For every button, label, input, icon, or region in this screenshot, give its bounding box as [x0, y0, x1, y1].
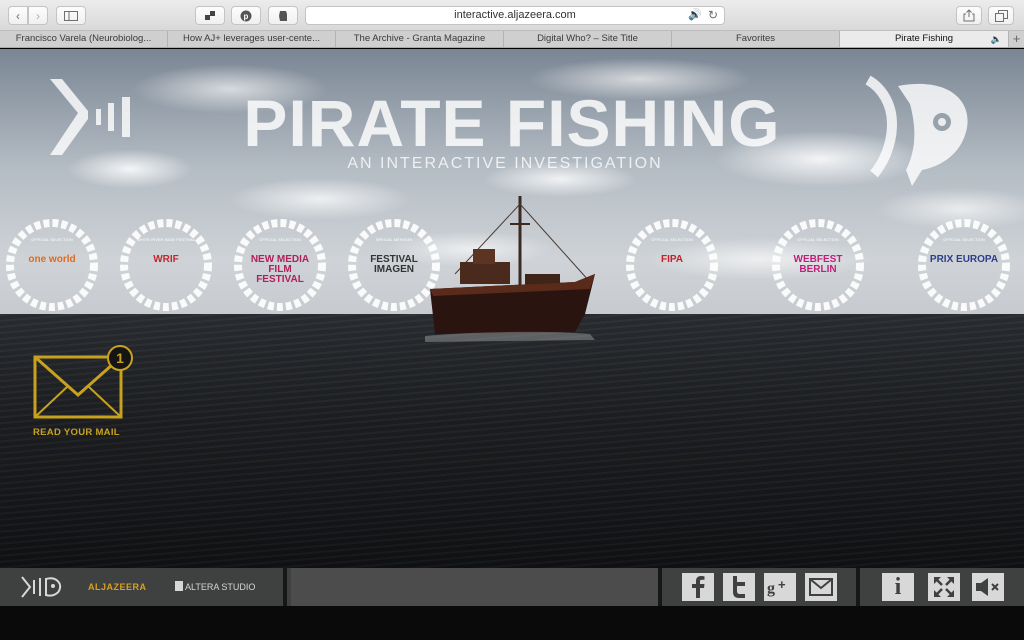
pinterest-button[interactable]: p — [231, 6, 261, 25]
laurel-wreath-icon — [120, 219, 212, 311]
share-icon — [963, 9, 975, 22]
laurel-caption: SPECIAL MENTION — [375, 237, 413, 242]
laurel-festival-name: WRIF — [153, 254, 179, 265]
back-button[interactable]: ‹ — [8, 6, 28, 25]
pinterest-icon: p — [240, 10, 252, 21]
browser-tab[interactable]: Favorites — [672, 31, 840, 47]
laurel-festival-name: WEBFEST BERLIN — [793, 254, 843, 275]
laurel-caption: WHITE RIVER INDIE FESTIVAL — [137, 237, 195, 242]
laurel-wreath-icon — [918, 219, 1010, 311]
sidebar-icon — [64, 10, 78, 21]
twitter-icon — [733, 576, 745, 598]
page-subtitle: AN INTERACTIVE INVESTIGATION — [347, 155, 663, 172]
evernote-icon — [279, 10, 287, 21]
facebook-share-button[interactable] — [682, 573, 714, 601]
address-url: interactive.aljazeera.com — [454, 9, 576, 21]
svg-text:p: p — [244, 12, 249, 21]
browser-tab[interactable]: How AJ+ leverages user-cente... — [168, 31, 336, 47]
laurel-caption: OFFICIAL SELECTION — [651, 237, 693, 242]
laurel-wreath-icon — [626, 219, 718, 311]
plus-icon: + — [1012, 31, 1021, 46]
address-bar[interactable]: interactive.aljazeera.com 🔊 ↻ — [305, 6, 725, 25]
sidebar-toggle-button[interactable] — [56, 6, 86, 25]
fullscreen-button[interactable] — [928, 573, 960, 601]
show-tabs-button[interactable] — [988, 6, 1014, 25]
laurel-caption: OFFICIAL SELECTION — [259, 237, 301, 242]
email-share-button[interactable] — [805, 573, 837, 601]
share-button[interactable] — [956, 6, 982, 25]
tab-label: The Archive - Granta Magazine — [353, 33, 486, 44]
page-title: PIRATE FISHING — [243, 86, 781, 160]
award-laurel: WHITE RIVER INDIE FESTIVAL WRIF — [120, 219, 212, 311]
info-button[interactable]: i — [882, 573, 914, 601]
fullscreen-icon — [934, 577, 954, 597]
extension-button-3[interactable] — [268, 6, 298, 25]
aljazeera-logo-text: ALJAZEERA — [88, 582, 147, 592]
divider — [856, 568, 860, 606]
page: ‹ › p interactive.aljazeera.com 🔊 ↻ Fran… — [0, 0, 1024, 640]
extension-button-1[interactable] — [195, 6, 225, 25]
award-laurel: OFFICIAL SELECTION NEW MEDIA FILM FESTIV… — [234, 219, 326, 311]
puzzle-icon — [205, 10, 215, 20]
facebook-icon — [692, 576, 705, 598]
award-laurel: OFFICIAL SELECTION one world — [6, 219, 98, 311]
reload-icon[interactable]: ↻ — [708, 7, 718, 24]
footer-bar: ALJAZEERA ALTERA STUDIO g + i — [0, 568, 1024, 606]
tab-label: Favorites — [735, 33, 776, 44]
read-mail-button[interactable]: 1 READ YOUR MAIL — [33, 345, 138, 445]
mute-icon — [976, 578, 999, 596]
browser-toolbar: ‹ › p interactive.aljazeera.com 🔊 ↻ — [0, 0, 1024, 31]
laurel-festival-name: one world — [28, 254, 76, 265]
award-laurel: OFFICIAL SELECTION FIPA — [626, 219, 718, 311]
twitter-share-button[interactable] — [723, 573, 755, 601]
tab-label: Digital Who? – Site Title — [537, 33, 638, 44]
tab-speaker-icon[interactable]: 🔈 — [991, 31, 1002, 47]
bottom-strip — [0, 606, 1024, 640]
laurel-caption: OFFICIAL SELECTION — [31, 237, 73, 242]
info-icon: i — [894, 574, 902, 600]
chevron-right-icon: › — [36, 8, 40, 23]
tab-bar: Francisco Varela (Neurobiolog... How AJ+… — [0, 31, 1024, 48]
altera-logo-text: ALTERA STUDIO — [185, 582, 256, 592]
google-plus-icon: g + — [767, 577, 786, 597]
browser-tab[interactable]: The Archive - Granta Magazine — [336, 31, 504, 47]
award-laurel: OFFICIAL SELECTION PRIX EUROPA — [918, 219, 1010, 311]
mute-button[interactable] — [972, 573, 1004, 601]
fishing-ship-image — [425, 196, 595, 342]
forward-button[interactable]: › — [28, 6, 48, 25]
laurel-festival-name: NEW MEDIA FILM FESTIVAL — [250, 254, 310, 285]
fish-logo-icon[interactable] — [20, 574, 62, 600]
tab-label: How AJ+ leverages user-cente... — [182, 33, 321, 44]
divider — [283, 568, 287, 606]
speaker-icon[interactable]: 🔊 — [688, 7, 702, 24]
aljazeera-logo[interactable]: ALJAZEERA — [88, 582, 147, 592]
laurel-caption: OFFICIAL SELECTION — [943, 237, 985, 242]
new-tab-button[interactable]: + — [1009, 31, 1024, 47]
altera-studio-logo[interactable]: ALTERA STUDIO — [175, 581, 255, 592]
tabs-overview-icon — [994, 9, 1008, 22]
mail-count-badge: 1 — [107, 345, 133, 371]
browser-tab[interactable]: Francisco Varela (Neurobiolog... — [0, 31, 168, 47]
browser-tab-active[interactable]: Pirate Fishing 🔈 — [840, 31, 1009, 47]
browser-tab[interactable]: Digital Who? – Site Title — [504, 31, 672, 47]
laurel-festival-name: PRIX EUROPA — [929, 254, 999, 265]
chevron-left-icon: ‹ — [16, 8, 20, 23]
hero-scene: PIRATE FISHING AN INTERACTIVE INVESTIGAT… — [0, 49, 1024, 640]
email-icon — [809, 578, 833, 596]
sea-background — [0, 314, 1024, 584]
divider — [658, 568, 662, 606]
mail-label: READ YOUR MAIL — [33, 427, 120, 438]
svg-text:+: + — [778, 577, 786, 592]
google-plus-share-button[interactable]: g + — [764, 573, 796, 601]
footer-blank-panel — [291, 568, 658, 606]
svg-text:g: g — [767, 580, 775, 597]
tab-label: Francisco Varela (Neurobiolog... — [15, 33, 152, 44]
award-laurel: OFFICIAL SELECTION WEBFEST BERLIN — [772, 219, 864, 311]
laurel-wreath-icon — [6, 219, 98, 311]
laurel-caption: OFFICIAL SELECTION — [797, 237, 839, 242]
laurel-festival-name: FIPA — [660, 254, 684, 265]
laurel-festival-name: FESTIVAL IMAGEN — [370, 254, 418, 275]
tab-label: Pirate Fishing — [894, 33, 954, 44]
altera-mark-icon — [175, 581, 183, 591]
